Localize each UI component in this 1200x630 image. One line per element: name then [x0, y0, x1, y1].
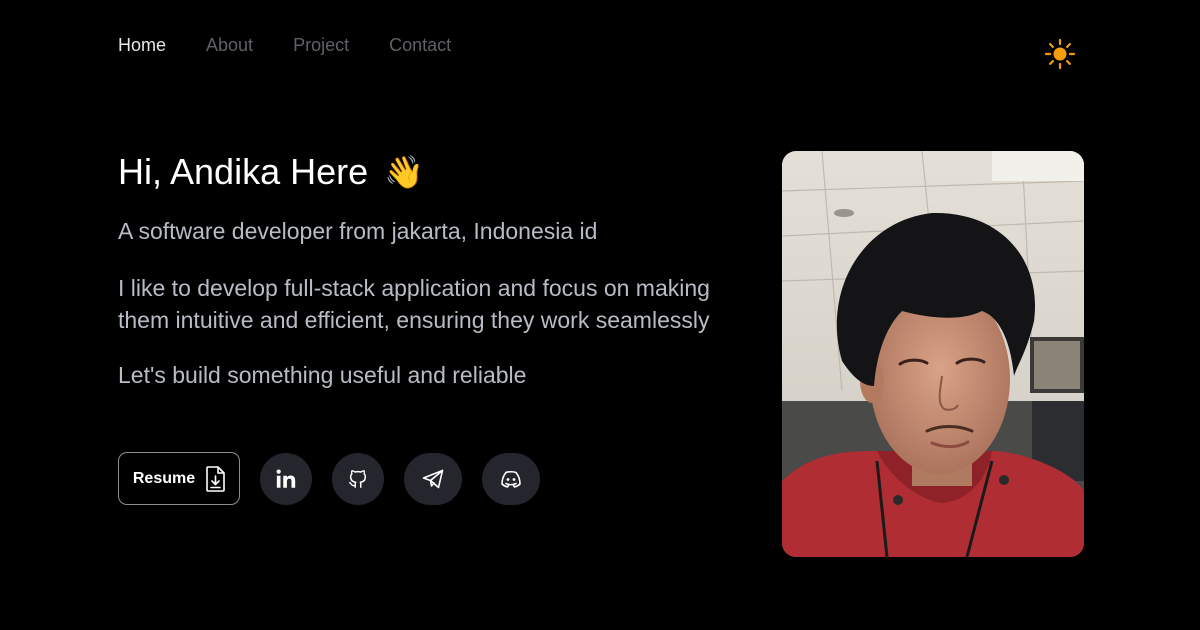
- top-nav: Home About Project Contact: [118, 34, 451, 56]
- resume-button[interactable]: Resume: [118, 452, 240, 505]
- hero-subtitle: A software developer from jakarta, Indon…: [118, 218, 598, 244]
- greeting-row: Hi, Andika Here 👋: [118, 150, 718, 194]
- telegram-icon: [422, 469, 444, 488]
- nav-link-about[interactable]: About: [206, 34, 253, 56]
- nav-link-contact[interactable]: Contact: [389, 34, 451, 56]
- hero-section: Hi, Andika Here 👋 A software developer f…: [118, 150, 718, 390]
- nav-link-home[interactable]: Home: [118, 34, 166, 56]
- hero-tagline: Let's build something useful and reliabl…: [118, 362, 527, 388]
- resume-label: Resume: [132, 469, 196, 487]
- hero-bio: I like to develop full-stack application…: [118, 275, 710, 333]
- sun-icon: [1044, 38, 1076, 70]
- file-download-icon: [206, 465, 225, 492]
- waving-hand-icon: 👋: [384, 154, 424, 190]
- discord-button[interactable]: [482, 452, 540, 505]
- linkedin-icon: [276, 469, 296, 488]
- github-button[interactable]: [332, 452, 384, 505]
- nav-link-project[interactable]: Project: [293, 34, 349, 56]
- telegram-button[interactable]: [404, 452, 462, 505]
- discord-icon: [501, 470, 521, 488]
- linkedin-button[interactable]: [260, 452, 312, 505]
- github-icon: [349, 469, 367, 488]
- profile-photo-image: [782, 151, 1084, 557]
- page-title: Hi, Andika Here: [118, 151, 369, 192]
- profile-photo: [782, 151, 1084, 557]
- action-row: Resume: [118, 452, 540, 505]
- theme-toggle-button[interactable]: [1040, 34, 1080, 74]
